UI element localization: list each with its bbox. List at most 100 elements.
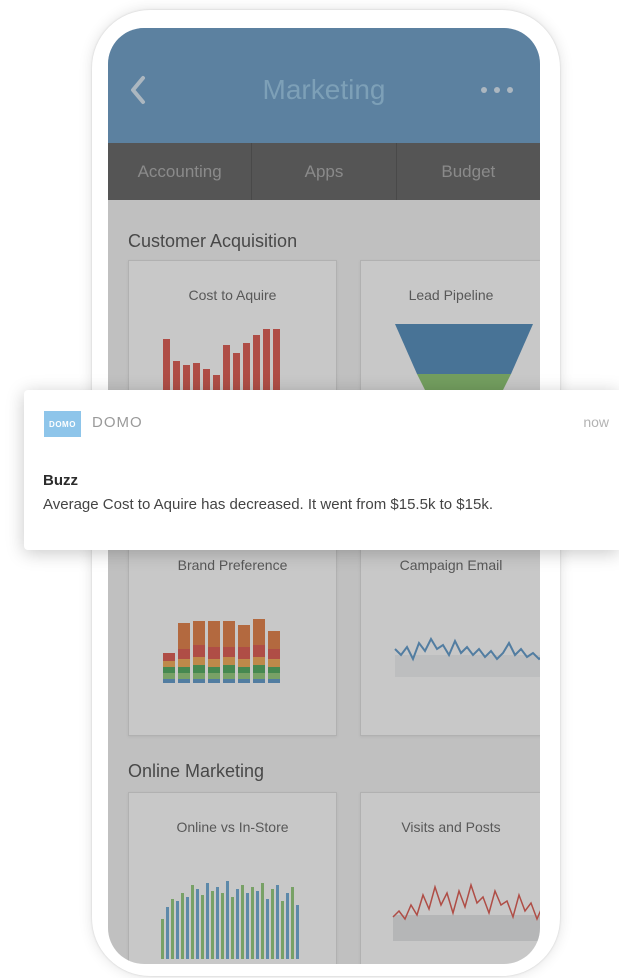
chart-bar [276,885,279,959]
card-brand-preference[interactable]: Brand Preference [128,530,337,736]
chart-bar-segment [163,673,175,679]
chart-bar [226,881,229,959]
tab-accounting[interactable]: Accounting [108,143,253,200]
chart-bar-segment [223,673,235,679]
chart-bar-segment [253,673,265,679]
domo-logo-icon: DOMO [44,411,81,437]
card-campaign-email[interactable]: Campaign Email [360,530,540,736]
chart-bar [296,905,299,959]
chart-bar-segment [178,673,190,679]
chart-bar [236,889,239,959]
chart-bar [171,899,174,959]
online-bar-chart [161,881,299,959]
chart-bar-segment [238,667,250,673]
notification-app-name: DOMO [92,414,143,431]
card-title: Brand Preference [177,557,288,573]
tab-apps[interactable]: Apps [252,143,397,200]
chart-bar-segment [178,659,190,667]
chart-bar-segment [208,679,220,683]
chart-bar-segment [193,645,205,657]
visits-line-chart [392,882,540,941]
chart-bar [191,885,194,959]
card-title: Online vs In-Store [176,819,289,835]
chart-bar-segment [163,667,175,673]
chart-bar-segment [193,679,205,683]
chart-area [393,915,540,941]
app-header: Marketing [108,28,540,143]
chart-bar-segment [178,667,190,673]
chart-bar [181,893,184,959]
chart-bar-segment [253,645,265,657]
chart-bar [186,897,189,959]
chart-bar [266,899,269,959]
chart-bar-segment [208,673,220,679]
notification-title: Buzz [43,472,78,489]
card-title: Cost to Aquire [188,287,277,303]
chart-bar [286,893,289,959]
campaign-line-chart [394,636,540,677]
chart-bar-segment [193,621,205,645]
chart-bar-segment [238,659,250,667]
chart-bar-segment [268,673,280,679]
chart-bar [271,889,274,959]
chart-bar-segment [268,659,280,667]
chart-bar-segment [208,647,220,659]
chart-bar-segment [253,619,265,645]
chart-bar-segment [163,661,175,667]
chart-bar-segment [253,679,265,683]
card-title: Campaign Email [399,557,503,573]
funnel-segment [417,374,511,390]
chart-bar-segment [268,679,280,683]
chart-bar-segment [193,665,205,673]
section-title-online-marketing: Online Marketing [128,761,265,781]
chart-bar-segment [268,667,280,673]
chart-bar-segment [253,657,265,665]
chart-bar-segment [178,679,190,683]
chart-bar [166,907,169,959]
push-notification[interactable]: DOMO DOMO now Buzz Average Cost to Aquir… [24,390,619,550]
chart-bar-segment [223,665,235,673]
card-visits-and-posts[interactable]: Visits and Posts [360,792,540,964]
chart-bar [176,901,179,959]
chart-bar-segment [193,657,205,665]
notification-body: Average Cost to Aquire has decreased. It… [43,496,493,513]
chart-bar-segment [223,657,235,665]
more-dot-icon [494,87,500,93]
chart-bar-segment [178,623,190,649]
chart-bar-segment [223,679,235,683]
card-online-vs-in-store[interactable]: Online vs In-Store [128,792,337,964]
chart-bar [256,891,259,959]
card-title: Visits and Posts [401,819,501,835]
tab-bar: Accounting Apps Budget [108,143,540,200]
chart-bar-segment [208,621,220,647]
more-dot-icon [507,87,513,93]
chart-bar [221,893,224,959]
notification-time: now [583,414,609,430]
chart-bar [241,885,244,959]
chart-bar-segment [193,673,205,679]
chart-bar [251,887,254,959]
more-dot-icon [481,87,487,93]
chart-line [392,882,540,922]
chart-bar-segment [268,649,280,659]
chart-bar [281,901,284,959]
card-title: Lead Pipeline [408,287,494,303]
chart-bar [196,889,199,959]
chart-bar [211,891,214,959]
chart-bar [231,897,234,959]
section-title-customer-acquisition: Customer Acquisition [128,231,298,251]
tab-budget[interactable]: Budget [397,143,540,200]
chart-bar-segment [223,647,235,657]
chart-bar-segment [223,621,235,647]
chart-bar [201,895,204,959]
chart-bar-segment [208,659,220,667]
chart-bar-segment [253,665,265,673]
chart-bar-segment [208,667,220,673]
funnel-segment [395,324,533,374]
more-options-button[interactable] [476,83,518,97]
chart-bar [206,883,209,959]
brand-stacked-bar-chart [163,619,280,683]
chart-bar [246,893,249,959]
chart-bar-segment [268,631,280,649]
chart-bar-segment [163,653,175,661]
